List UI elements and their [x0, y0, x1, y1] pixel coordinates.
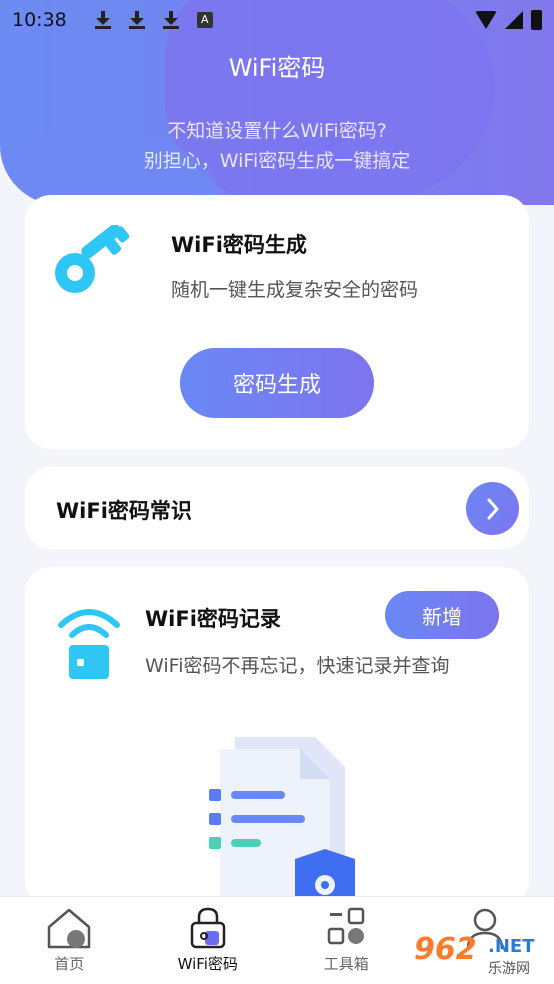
- page-title: WiFi密码: [228, 54, 326, 82]
- knowledge-arrow-button[interactable]: [466, 482, 519, 535]
- records-description: WiFi密码不再忘记，快速记录并查询: [145, 655, 450, 677]
- status-time: 10:38: [12, 9, 67, 31]
- header-subtitle-line1: 不知道设置什么WiFi密码?: [167, 120, 387, 142]
- a-notification-icon: A: [196, 12, 213, 28]
- generator-description: 随机一键生成复杂安全的密码: [171, 279, 419, 301]
- key-icon: [55, 225, 130, 293]
- header-subtitle-line2: 别担心，WiFi密码生成一键搞定: [143, 150, 411, 172]
- battery-icon: [531, 10, 542, 30]
- generate-password-button[interactable]: 密码生成: [180, 348, 374, 418]
- toolbox-icon: [328, 907, 365, 945]
- add-record-button[interactable]: 新增: [385, 591, 499, 639]
- cell-signal-icon: [505, 11, 523, 29]
- watermark-net: .NET: [488, 936, 535, 957]
- download-icon: [162, 11, 179, 29]
- home-icon: [48, 908, 91, 949]
- tab-home[interactable]: 首页: [0, 897, 139, 984]
- wifi-signal-icon: [475, 11, 497, 29]
- header-subtitle: 不知道设置什么WiFi密码? 别担心，WiFi密码生成一键搞定: [0, 116, 554, 176]
- site-watermark: 962 .NET 乐游网: [414, 932, 550, 982]
- status-bar: 10:38 A: [0, 0, 554, 40]
- tab-toolbox-label: 工具箱: [323, 955, 369, 973]
- watermark-site-name: 乐游网: [488, 961, 530, 977]
- router-icon: [58, 609, 120, 679]
- chevron-right-icon: [487, 498, 499, 520]
- tab-wifi-password-label: WiFi密码: [177, 955, 238, 973]
- lock-icon: [190, 907, 225, 949]
- knowledge-title: WiFi密码常识: [56, 499, 192, 523]
- password-records-card: WiFi密码记录 WiFi密码不再忘记，快速记录并查询 新增: [25, 567, 529, 907]
- password-knowledge-card[interactable]: WiFi密码常识: [25, 467, 529, 549]
- watermark-number: 962: [414, 932, 477, 967]
- tab-home-label: 首页: [54, 955, 85, 973]
- password-generator-card: WiFi密码生成 随机一键生成复杂安全的密码 密码生成: [25, 195, 529, 449]
- download-icon: [128, 11, 145, 29]
- generator-title: WiFi密码生成: [171, 233, 307, 257]
- records-title: WiFi密码记录: [145, 607, 281, 631]
- tab-toolbox[interactable]: 工具箱: [277, 897, 416, 984]
- document-shield-illustration: [209, 737, 355, 907]
- download-icon: [94, 11, 111, 29]
- tab-wifi-password[interactable]: WiFi密码: [139, 897, 278, 984]
